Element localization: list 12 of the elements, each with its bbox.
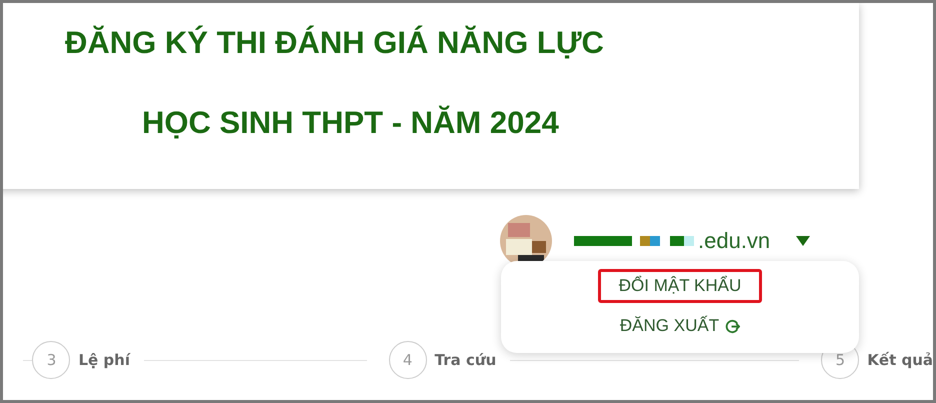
step-number: 3 bbox=[32, 341, 70, 379]
step-label: Tra cứu bbox=[434, 351, 496, 369]
caret-icon[interactable] bbox=[796, 236, 810, 246]
step-label: Lệ phí bbox=[78, 351, 130, 369]
step-number: 4 bbox=[388, 341, 427, 379]
logout-icon bbox=[725, 318, 740, 334]
step-label: Kết quả bbox=[867, 351, 933, 369]
page-title: ĐĂNG KÝ THI ĐÁNH GIÁ NĂNG LỰC bbox=[65, 25, 605, 61]
menu-item[interactable]: ĐĂNG XUẤT bbox=[598, 309, 762, 343]
page-title: HỌC SINH THPT - NĂM 2024 bbox=[141, 105, 560, 141]
user-email[interactable]: .edu.vn bbox=[698, 228, 770, 254]
menu-item[interactable]: ĐỔI MẬT KHẨU bbox=[598, 269, 762, 303]
